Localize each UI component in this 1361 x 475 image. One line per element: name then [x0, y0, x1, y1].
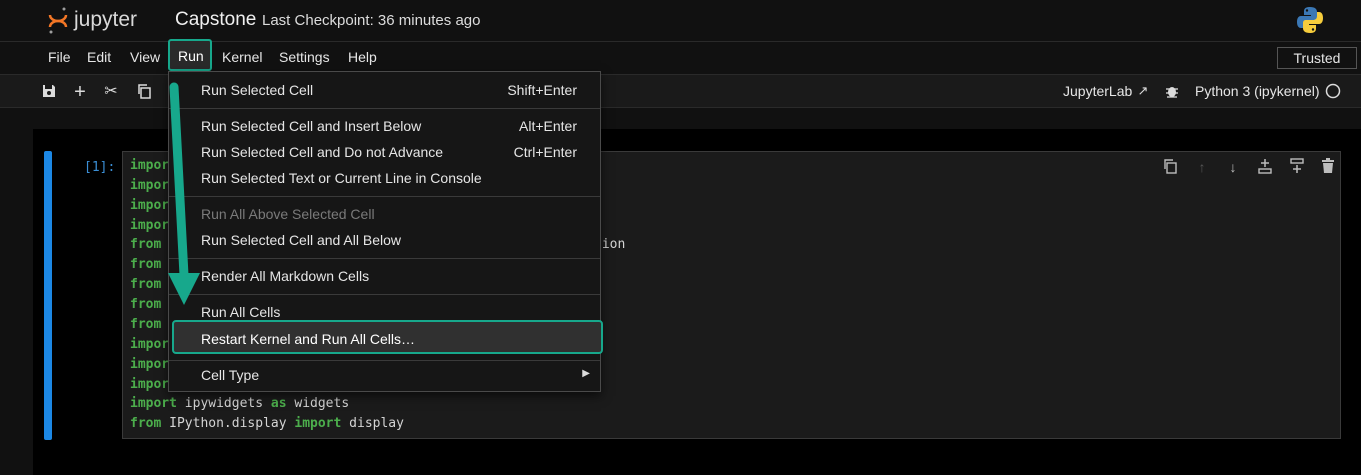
- code-line: impor: [130, 178, 170, 193]
- menu-item-run-do-not-advance[interactable]: Run Selected Cell and Do not Advance Ctr…: [169, 139, 600, 165]
- code-line: impor: [130, 158, 170, 173]
- duplicate-cell-icon[interactable]: [1161, 158, 1179, 176]
- code-line: impor: [130, 357, 170, 372]
- execution-prompt: [1]:: [84, 160, 116, 175]
- menu-separator: [169, 108, 600, 109]
- menu-item-run-and-insert-below[interactable]: Run Selected Cell and Insert Below Alt+E…: [169, 113, 600, 139]
- menu-item-run-all-below[interactable]: Run Selected Cell and All Below: [169, 227, 600, 253]
- menu-run-label: Run: [178, 48, 204, 64]
- code-line: from: [130, 317, 162, 332]
- code-line: impor: [130, 377, 170, 392]
- active-cell-indicator[interactable]: [44, 151, 52, 440]
- menu-file[interactable]: File: [48, 49, 71, 65]
- jupyterlab-link[interactable]: JupyterLab: [1063, 83, 1132, 99]
- menu-settings[interactable]: Settings: [279, 49, 330, 65]
- menu-item-restart-and-run-all-label: Restart Kernel and Run All Cells…: [201, 331, 415, 347]
- trusted-indicator[interactable]: Trusted: [1277, 47, 1357, 69]
- menu-separator: [169, 360, 600, 361]
- menu-item-render-markdown[interactable]: Render All Markdown Cells: [169, 263, 600, 289]
- cut-icon[interactable]: ✂: [102, 83, 120, 101]
- menu-separator: [169, 258, 600, 259]
- code-line: from: [130, 297, 162, 312]
- jupyter-logo[interactable]: jupyter: [46, 5, 162, 35]
- add-cell-icon[interactable]: +: [71, 82, 89, 102]
- copy-icon[interactable]: [135, 83, 153, 101]
- debugger-bug-icon[interactable]: [1163, 83, 1181, 101]
- insert-below-icon[interactable]: [1288, 158, 1306, 176]
- code-line-13: import ipywidgets as widgets: [130, 396, 350, 411]
- code-line: from: [130, 237, 162, 252]
- menu-view[interactable]: View: [130, 49, 160, 65]
- menu-separator: [169, 196, 600, 197]
- kernel-name[interactable]: Python 3 (ipykernel): [1195, 83, 1320, 99]
- menu-item-run-selected-cell[interactable]: Run Selected Cell Shift+Enter: [169, 77, 600, 103]
- menu-item-cell-type[interactable]: Cell Type ▶: [169, 362, 600, 388]
- menu-edit[interactable]: Edit: [87, 49, 111, 65]
- external-link-icon[interactable]: ↗: [1134, 82, 1152, 100]
- insert-above-icon[interactable]: [1256, 158, 1274, 176]
- save-icon[interactable]: [40, 83, 58, 101]
- menu-kernel[interactable]: Kernel: [222, 49, 262, 65]
- menu-item-run-all-above: Run All Above Selected Cell: [201, 206, 375, 222]
- code-line: from: [130, 257, 162, 272]
- notebook-title[interactable]: Capstone: [175, 9, 256, 31]
- move-up-icon[interactable]: ↑: [1193, 158, 1211, 176]
- move-down-icon[interactable]: ↓: [1224, 158, 1242, 176]
- last-checkpoint: Last Checkpoint: 36 minutes ago: [262, 12, 481, 29]
- delete-cell-icon[interactable]: [1319, 158, 1337, 176]
- menu-item-run-in-console[interactable]: Run Selected Text or Current Line in Con…: [169, 165, 600, 191]
- top-header: jupyter Capstone Last Checkpoint: 36 min…: [0, 0, 1361, 42]
- menu-help[interactable]: Help: [348, 49, 377, 65]
- jupyter-logo-text: jupyter: [73, 8, 137, 31]
- code-line: impor: [130, 337, 170, 352]
- python-logo-icon: [1295, 5, 1325, 35]
- code-line: impor: [130, 218, 170, 233]
- code-line: impor: [130, 198, 170, 213]
- submenu-arrow-icon: ▶: [582, 368, 590, 379]
- code-line-14: from IPython.display import display: [130, 416, 404, 431]
- menu-separator: [169, 294, 600, 295]
- menu-run[interactable]: Run: [168, 39, 212, 71]
- menu-item-restart-and-run-all[interactable]: Restart Kernel and Run All Cells…: [172, 320, 603, 354]
- code-line: from: [130, 277, 162, 292]
- kernel-status-idle-icon: [1324, 83, 1342, 101]
